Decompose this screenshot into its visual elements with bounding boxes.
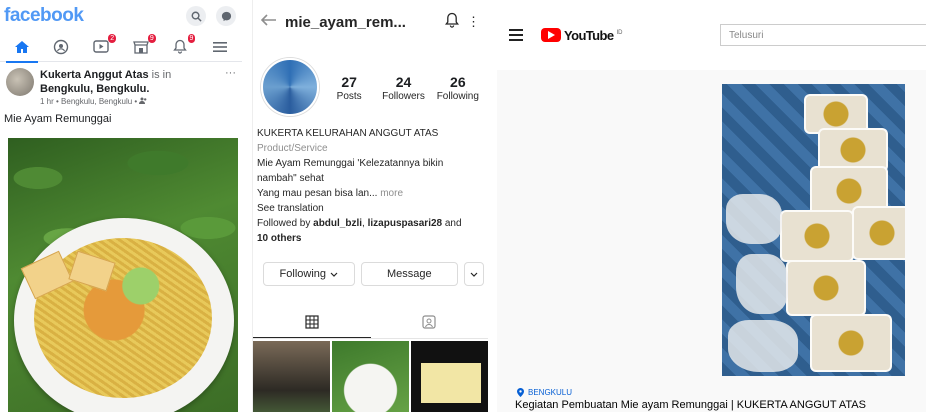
grid-icon[interactable] — [253, 306, 371, 338]
flyer-image — [421, 363, 481, 403]
posts-label: Posts — [336, 90, 362, 102]
chevron-down-icon — [470, 272, 478, 277]
message-button[interactable]: Message — [360, 262, 459, 286]
cracker-bag-image — [726, 194, 782, 244]
bio-name: KUKERTA KELURAHAN ANGGUT ATAS — [257, 128, 439, 139]
post-grid — [253, 339, 488, 412]
following-label: Following — [436, 90, 479, 102]
facebook-logo: facebook — [4, 5, 84, 26]
groups-icon[interactable] — [49, 35, 73, 59]
following-count: 26 — [450, 73, 466, 90]
video-title: Kegiatan Pembuatan Mie ayam Remunggai | … — [515, 399, 866, 411]
search-input[interactable]: Telusuri — [720, 24, 926, 46]
profile-tabs — [253, 306, 488, 339]
youtube-wordmark: YouTube — [564, 27, 614, 43]
hamburger-icon[interactable] — [509, 26, 523, 44]
food-box-image — [786, 260, 866, 316]
post-photo[interactable] — [8, 138, 238, 412]
post-location[interactable]: Bengkulu, Bengkulu. — [40, 83, 149, 95]
profile-avatar[interactable] — [261, 58, 319, 116]
video-location[interactable]: BENGKULU — [517, 388, 572, 397]
friends-audience-icon — [139, 97, 147, 104]
profile-actions: Following Message — [253, 246, 488, 286]
bio-line: Mie Ayam Remunggai 'Kelezatannya bikin — [257, 158, 444, 169]
posts-stat[interactable]: 27 Posts — [325, 73, 373, 102]
facebook-header: facebook — [0, 0, 242, 32]
posts-count: 27 — [341, 73, 357, 90]
cracker-bag-image — [728, 320, 798, 372]
followed-by-prefix: Followed by — [257, 218, 314, 229]
chevron-down-icon — [330, 272, 338, 277]
following-button[interactable]: Following — [263, 262, 355, 286]
food-box-image — [852, 206, 905, 260]
more-options-icon[interactable]: ⋮ — [467, 14, 480, 30]
search-icon[interactable] — [186, 6, 206, 26]
avatar[interactable] — [6, 68, 34, 96]
profile-bio: KUKERTA KELURAHAN ANGGUT ATAS Product/Se… — [253, 116, 488, 246]
video-badge: 2 — [108, 33, 117, 43]
bio-line: Yang mau pesan bisa lan... — [257, 188, 378, 199]
suggested-dropdown-button[interactable] — [464, 262, 484, 286]
messenger-icon[interactable] — [216, 6, 236, 26]
following-button-label: Following — [279, 268, 327, 280]
marketplace-badge: 9 — [147, 33, 156, 43]
bio-category: Product/Service — [257, 143, 328, 154]
video-player[interactable] — [722, 84, 905, 376]
screenshot-composite: facebook 2 9 9 Kukerta Anggut Atas is in… — [0, 0, 926, 412]
profile-username: mie_ayam_rem... — [285, 13, 406, 31]
post-header: Kukerta Anggut Atas is in Bengkulu, Beng… — [0, 62, 242, 107]
youtube-logo[interactable]: YouTube ID — [541, 28, 622, 43]
video-icon[interactable]: 2 — [89, 33, 117, 59]
followed-by-others[interactable]: 10 others — [257, 233, 301, 244]
see-translation-link[interactable]: See translation — [257, 201, 484, 216]
facebook-header-actions — [186, 6, 236, 26]
facebook-nav-bar: 2 9 9 — [0, 32, 242, 63]
cracker-bag-image — [736, 254, 788, 314]
youtube-header: YouTube ID Telusuri — [497, 0, 926, 70]
food-box-image — [810, 314, 892, 372]
followers-count: 24 — [395, 73, 412, 90]
post-is-in: is in — [151, 69, 172, 81]
notifications-badge: 9 — [187, 33, 196, 43]
bio-line-truncated: Yang mau pesan bisa lan... more — [257, 186, 484, 201]
country-code: ID — [616, 29, 623, 36]
post-author[interactable]: Kukerta Anggut Atas — [40, 69, 149, 81]
message-button-label: Message — [387, 268, 432, 280]
post-thumbnail[interactable] — [411, 341, 488, 412]
food-box-image — [780, 210, 854, 262]
bio-line: nambah" sehat — [257, 173, 324, 184]
notifications-icon[interactable]: 9 — [168, 33, 196, 59]
followers-stat[interactable]: 24 Followers — [379, 73, 427, 102]
profile-stats: 27 Posts 24 Followers 26 Following — [253, 44, 488, 116]
youtube-panel: YouTube ID Telusuri BENGKULU Kegiatan Pe… — [497, 0, 926, 412]
location-label: BENGKULU — [528, 388, 573, 397]
instagram-panel: mie_ayam_rem... ⋮ 27 Posts 24 Followers … — [252, 0, 488, 412]
tagged-icon[interactable] — [371, 306, 489, 338]
post-caption: Mie Ayam Remunggai — [4, 113, 112, 125]
home-icon[interactable] — [5, 35, 38, 63]
post-author-block: Kukerta Anggut Atas is in Bengkulu, Beng… — [40, 68, 171, 107]
bell-icon[interactable] — [445, 12, 459, 33]
instagram-header: mie_ayam_rem... ⋮ — [253, 0, 488, 44]
post-thumbnail[interactable] — [332, 341, 409, 412]
follower-link[interactable]: abdul_bzli — [313, 218, 362, 229]
following-stat[interactable]: 26 Following — [434, 73, 482, 102]
marketplace-icon[interactable]: 9 — [129, 33, 156, 59]
more-options-icon[interactable]: ··· — [225, 68, 236, 107]
post-author-line: Kukerta Anggut Atas is in Bengkulu, Beng… — [40, 68, 171, 96]
location-pin-icon — [517, 388, 524, 397]
followed-by-and: and — [442, 218, 462, 229]
back-arrow-icon[interactable] — [260, 13, 277, 31]
youtube-play-icon — [541, 28, 561, 42]
followed-by: Followed by abdul_bzli, lizapuspasari28 … — [257, 216, 484, 246]
bio-more-link[interactable]: more — [377, 188, 403, 199]
menu-icon[interactable] — [208, 35, 232, 59]
post-meta: 1 hr • Bengkulu, Bengkulu • — [40, 96, 171, 107]
followers-label: Followers — [382, 90, 425, 102]
follower-link[interactable]: lizapuspasari28 — [368, 218, 442, 229]
post-thumbnail[interactable] — [253, 341, 330, 412]
post-meta-text: 1 hr • Bengkulu, Bengkulu • — [40, 97, 140, 106]
facebook-panel: facebook 2 9 9 Kukerta Anggut Atas is in… — [0, 0, 242, 412]
